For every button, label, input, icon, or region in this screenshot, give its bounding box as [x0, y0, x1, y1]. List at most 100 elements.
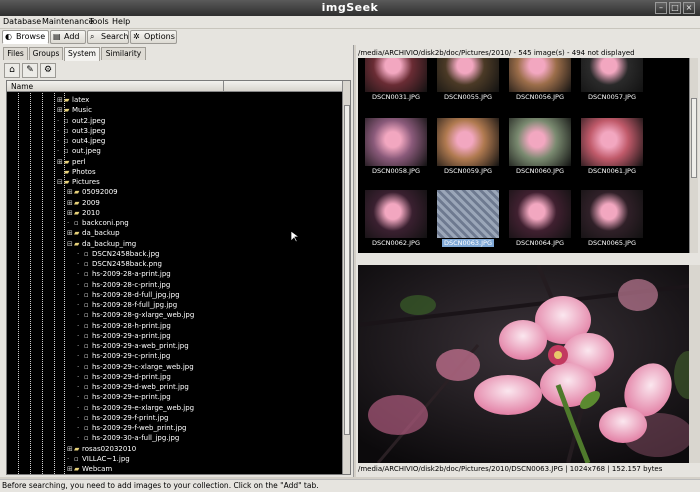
thumbnail-caption: DSCN0055.JPG — [443, 93, 492, 101]
tree-row[interactable]: · ▫ hs-2009-29-d-web_print.jpg — [77, 382, 189, 392]
expand-icon[interactable]: ⊞ — [67, 444, 74, 454]
tree-row-label: hs-2009-29-c-xlarge_web.jpg — [92, 362, 194, 371]
tree-row[interactable]: · ▫ hs-2009-29-a-web_print.jpg — [77, 341, 189, 351]
tree-connector-icon: · — [77, 362, 80, 371]
close-button[interactable]: × — [683, 2, 695, 14]
tree-row[interactable]: · ▫ hs-2009-28-g-xlarge_web.jpg — [77, 310, 194, 320]
tree-connector-icon: · — [77, 352, 80, 361]
tab-options[interactable]: ✲ Options — [130, 30, 177, 44]
expand-icon[interactable]: ⊞ — [57, 95, 64, 105]
tree-row[interactable]: · ▫ hs-2009-29-c-xlarge_web.jpg — [77, 362, 194, 372]
gear-icon[interactable]: ⚙ — [40, 63, 56, 78]
expand-icon[interactable]: ⊞ — [57, 105, 64, 115]
tree-row[interactable]: · ▫ DSCN2458back.png — [77, 259, 162, 269]
bookmark-icon[interactable]: ✎ — [22, 63, 38, 78]
menu-tools[interactable]: Tools — [89, 17, 109, 26]
menu-maintenance[interactable]: Maintenance — [42, 17, 94, 26]
expand-icon[interactable]: ⊞ — [67, 208, 74, 218]
file-icon: ▫ — [74, 219, 79, 227]
column-name[interactable]: Name — [11, 82, 33, 91]
tree-row[interactable]: ▰ Photos — [57, 167, 96, 177]
tree-row[interactable]: · ▫ hs-2009-29-a-print.jpg — [77, 331, 171, 341]
thumbnail[interactable]: DSCN0062.JPG — [361, 180, 431, 252]
tree-row[interactable]: · ▫ hs-2009-28-c-print.jpg — [77, 280, 170, 290]
thumbnail[interactable]: DSCN0063.JPG — [433, 180, 503, 252]
tree-row-label: 2009 — [82, 198, 100, 207]
tab-search[interactable]: ⌕ Search — [87, 30, 129, 44]
tree-row[interactable]: ⊞▰ Webcam — [67, 464, 112, 474]
expand-icon[interactable]: ⊞ — [67, 228, 74, 238]
tree-row[interactable]: · ▫ hs-2009-30-a-full_jpg.jpg — [77, 433, 179, 443]
thumbnail[interactable]: DSCN0061.JPG — [577, 108, 647, 180]
menu-database[interactable]: Database — [3, 17, 41, 26]
expand-icon[interactable]: ⊞ — [67, 187, 74, 197]
folder-icon: ▰ — [74, 229, 80, 238]
tree-row[interactable]: ⊞▰ da_backup — [67, 228, 120, 238]
tree-scrollbar[interactable] — [342, 81, 350, 474]
collapse-icon[interactable]: ⊟ — [67, 239, 74, 249]
tree-row[interactable]: · ▫ DSCN2458back.jpg — [77, 249, 159, 259]
tab-similarity[interactable]: Similarity — [101, 47, 146, 60]
tree-row[interactable]: · ▫ backconi.png — [67, 218, 129, 228]
grid-scrollbar-thumb[interactable] — [691, 98, 697, 178]
thumbnail-grid[interactable]: DSCN0031.JPG DSCN0055.JPG DSCN0056.JPG DSCN… — [358, 58, 696, 253]
tree-row-label: backconi.png — [82, 219, 129, 227]
thumbnail[interactable]: DSCN0059.JPG — [433, 108, 503, 180]
thumbnail[interactable]: DSCN0056.JPG — [505, 58, 575, 106]
tree-row[interactable]: · ▫ hs-2009-28-a-print.jpg — [77, 269, 171, 279]
thumbnail-caption: DSCN0057.JPG — [587, 93, 636, 101]
preview-scrollbar[interactable] — [689, 265, 700, 463]
tab-browse[interactable]: ◐ Browse — [2, 30, 49, 44]
tree-row[interactable]: ⊞▰ Music — [57, 105, 92, 115]
collapse-icon[interactable]: ⊟ — [57, 177, 64, 187]
tab-groups[interactable]: Groups — [29, 47, 63, 60]
tree-row[interactable]: ⊞▰ 2009 — [67, 198, 100, 208]
thumbnail[interactable]: DSCN0031.JPG — [361, 58, 431, 106]
thumbnail[interactable]: DSCN0057.JPG — [577, 58, 647, 106]
tree-row[interactable]: · ▫ hs-2009-29-c-print.jpg — [77, 351, 170, 361]
thumbnail[interactable]: DSCN0065.JPG — [577, 180, 647, 252]
expand-icon[interactable]: ⊞ — [67, 464, 74, 474]
tree-row[interactable]: ⊞▰ perl — [57, 157, 86, 167]
minimize-button[interactable]: – — [655, 2, 667, 14]
tree-row[interactable]: · ▫ hs-2009-29-e-xlarge_web.jpg — [77, 403, 194, 413]
tree-row[interactable]: ⊞▰ 05092009 — [67, 187, 118, 197]
tree-row[interactable]: ⊞▰ latex — [57, 95, 89, 105]
tree-row[interactable]: ⊟▰ da_backup_img — [67, 239, 136, 249]
tree-row[interactable]: · ▫ hs-2009-29-f-print.jpg — [77, 413, 169, 423]
tree-row[interactable]: ⊞▰ rosas02032010 — [67, 444, 136, 454]
tree-row[interactable]: · ▫ hs-2009-28-h-print.jpg — [77, 321, 171, 331]
tree-row[interactable]: · ▫ hs-2009-28-f-full_jpg.jpg — [77, 300, 177, 310]
thumbnail[interactable]: DSCN0055.JPG — [433, 58, 503, 106]
tree-scrollbar-thumb[interactable] — [344, 105, 350, 435]
file-icon: ▫ — [84, 403, 89, 412]
tree-row[interactable]: · ▫ VILLAC~1.jpg — [67, 454, 130, 464]
tree-row[interactable]: · ▫ out4.jpeg — [57, 136, 105, 146]
file-tree[interactable]: Name ⊞▰ latex ⊞▰ Music · ▫ out2.jpeg · ▫ out3.jpe… — [6, 80, 351, 475]
tree-row[interactable]: · ▫ out.jpeg — [57, 146, 101, 156]
tab-add[interactable]: ▤ Add — [50, 30, 86, 44]
tree-row[interactable]: · ▫ hs-2009-28-d-full_jpg.jpg — [77, 290, 180, 300]
thumbnail[interactable]: DSCN0064.JPG — [505, 180, 575, 252]
tree-row[interactable]: · ▫ out3.jpeg — [57, 126, 105, 136]
tab-files[interactable]: Files — [3, 47, 28, 60]
image-preview[interactable] — [358, 265, 698, 463]
tree-row[interactable]: · ▫ hs-2009-29-d-print.jpg — [77, 372, 171, 382]
maximize-button[interactable]: □ — [669, 2, 681, 14]
thumbnail[interactable]: DSCN0058.JPG — [361, 108, 431, 180]
tree-row[interactable]: · ▫ out2.jpeg — [57, 116, 105, 126]
expand-icon[interactable]: ⊞ — [57, 157, 64, 167]
menu-help[interactable]: Help — [112, 17, 130, 26]
tree-connector-icon: · — [57, 116, 60, 125]
tree-row[interactable]: ⊞▰ 2010 — [67, 208, 100, 218]
tab-system[interactable]: System — [64, 47, 100, 61]
tree-row[interactable]: · ▫ hs-2009-29-e-print.jpg — [77, 392, 171, 402]
tree-row[interactable]: ⊟▰ Pictures — [57, 177, 100, 187]
home-icon[interactable]: ⌂ — [4, 63, 20, 78]
preview-image — [358, 265, 698, 463]
thumbnail[interactable]: DSCN0060.JPG — [505, 108, 575, 180]
grid-scrollbar[interactable] — [689, 58, 698, 253]
tree-row-label: hs-2009-28-d-full_jpg.jpg — [92, 290, 180, 299]
expand-icon[interactable]: ⊞ — [67, 198, 74, 208]
tree-row[interactable]: · ▫ hs-2009-29-f-web_print.jpg — [77, 423, 186, 433]
